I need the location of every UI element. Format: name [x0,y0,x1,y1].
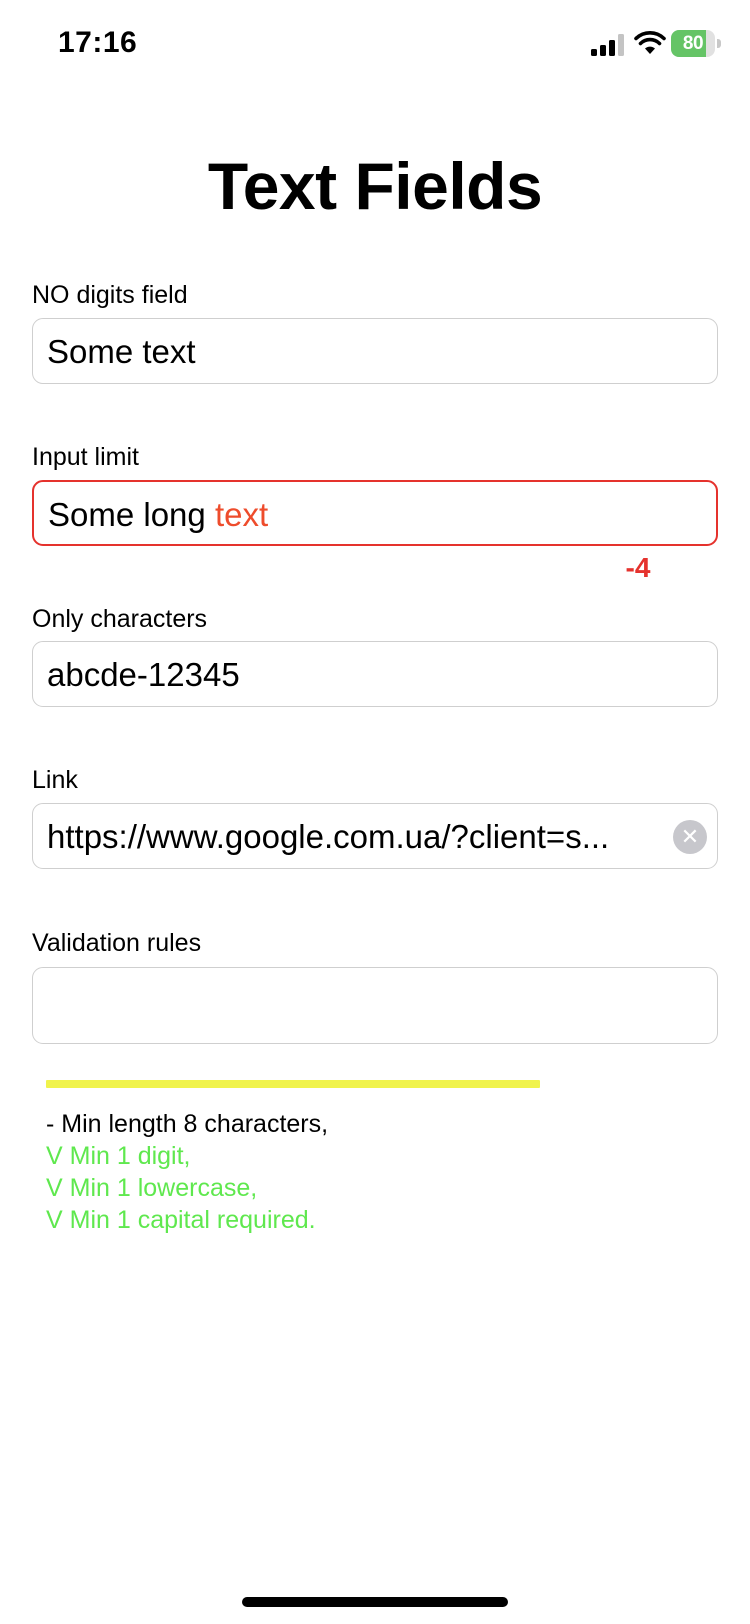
input-limit-counter: -4 [625,552,651,583]
battery-charging-icon: 80 [671,30,721,57]
no-digits-field-label: NO digits field [32,281,188,309]
no-digits-field-value: Some text [47,333,196,370]
input-limit-field-label: Input limit [32,443,139,471]
validation-rule: V Min 1 digit, [46,1142,191,1170]
input-limit-value-over: text [214,496,269,533]
only-characters-field[interactable]: abcde-12345 [32,641,718,707]
validation-rules-list: - Min length 8 characters, V Min 1 digit… [46,1108,328,1236]
validation-field-label: Validation rules [32,929,202,957]
validation-rule: - Min length 8 characters, [46,1110,329,1138]
no-digits-field[interactable]: Some text [32,318,718,384]
validation-field[interactable] [32,967,718,1044]
link-field-value: https://www.google.com.ua/?client=s... [47,818,610,855]
clear-circle-x-icon[interactable]: ✕ [673,820,707,854]
link-field[interactable]: https://www.google.com.ua/?client=s... ✕ [32,803,718,869]
home-indicator [242,1597,508,1607]
input-limit-value-within: Some long [48,496,215,533]
input-limit-field-value: Some long text [48,482,268,544]
only-characters-field-value: abcde-12345 [47,656,240,693]
status-time: 17:16 [58,26,138,59]
battery-percent: 80 [682,33,704,54]
validation-rule: V Min 1 capital required. [46,1206,316,1234]
password-strength-bar [46,1080,540,1088]
link-field-label: Link [32,766,78,794]
cellular-signal-icon [591,34,624,56]
input-limit-field[interactable]: Some long text [32,480,718,546]
status-bar: 17:16 80 [0,0,750,90]
only-characters-field-label: Only characters [32,605,208,633]
page-title: Text Fields [207,149,543,223]
validation-rule: V Min 1 lowercase, [46,1174,258,1202]
wifi-icon [634,31,666,54]
